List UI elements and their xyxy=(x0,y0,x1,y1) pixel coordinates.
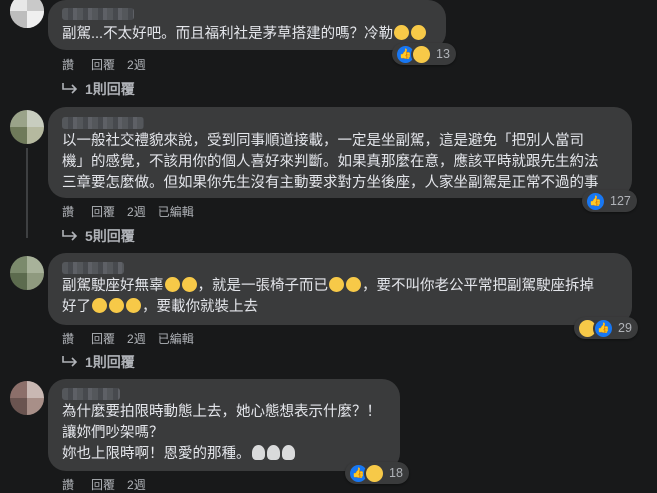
commenter-name[interactable] xyxy=(62,117,144,129)
commenter-name[interactable] xyxy=(62,8,134,20)
rofl-emoji xyxy=(109,298,124,313)
comment-timestamp[interactable]: 2週 xyxy=(127,330,146,347)
like-link[interactable]: 讚 xyxy=(62,476,74,493)
thread-line xyxy=(26,148,28,238)
sweat-smile-emoji xyxy=(394,25,410,40)
rofl-emoji xyxy=(92,298,107,313)
like-reaction-icon: 👍 xyxy=(593,317,614,339)
reply-arrow-icon xyxy=(62,356,78,367)
ghost-emoji xyxy=(251,445,265,460)
smile-emoji xyxy=(346,277,361,292)
edited-label: 已編輯 xyxy=(157,332,194,346)
haha-reaction-icon xyxy=(411,43,432,65)
comment-timestamp[interactable]: 2週 xyxy=(127,203,146,220)
commenter-avatar[interactable] xyxy=(10,256,44,290)
comment-timestamp[interactable]: 2週 xyxy=(127,476,146,493)
view-replies-link[interactable]: 1則回覆 xyxy=(61,352,135,372)
ghost-emoji xyxy=(281,445,295,460)
comment-text: 副駕...不太好吧。而且福利社是茅草搭建的嗎？冷勒 xyxy=(62,24,427,45)
reply-link[interactable]: 回覆 xyxy=(91,476,115,493)
commenter-avatar[interactable] xyxy=(10,381,44,415)
commenter-avatar[interactable] xyxy=(10,0,44,28)
like-link[interactable]: 讚 xyxy=(62,203,74,220)
reply-link[interactable]: 回覆 xyxy=(91,203,115,220)
grin-emoji xyxy=(181,277,197,292)
smile-emoji xyxy=(329,277,344,292)
comment-actions: 讚 回覆 2週 xyxy=(62,476,146,493)
reaction-summary[interactable]: 👍 127 xyxy=(582,190,637,212)
commenter-name[interactable] xyxy=(62,262,124,274)
comment-actions: 讚 回覆 2週 xyxy=(62,56,146,73)
like-reaction-icon: 👍 xyxy=(585,190,606,212)
comment-text: 為什麼要拍限時動態上去，她心態想表示什麼？！ 讓妳們吵架嗎？ 妳也上限時啊！恩愛… xyxy=(62,404,381,462)
commenter-name[interactable] xyxy=(62,388,120,400)
grin-emoji xyxy=(164,277,180,292)
rofl-emoji xyxy=(126,298,141,313)
reaction-summary[interactable]: 👍 18 xyxy=(345,462,409,484)
reply-arrow-icon xyxy=(62,83,78,94)
view-replies-link[interactable]: 5則回覆 xyxy=(61,226,135,246)
reply-link[interactable]: 回覆 xyxy=(91,56,115,73)
reaction-summary[interactable]: 👍 29 xyxy=(574,317,638,339)
comment-actions: 讚 回覆 2週 已編輯 xyxy=(62,203,194,220)
reaction-summary[interactable]: 👍 13 xyxy=(392,43,456,65)
comment-timestamp[interactable]: 2週 xyxy=(127,56,146,73)
comment-text: 以一般社交禮貌來說，受到同事順道接載，一定是坐副駕，這是避免「把別人當司 機」的… xyxy=(62,133,599,191)
comment-actions: 讚 回覆 2週 已編輯 xyxy=(62,330,194,347)
like-link[interactable]: 讚 xyxy=(62,330,74,347)
sweat-smile-emoji xyxy=(411,25,427,40)
commenter-avatar[interactable] xyxy=(10,110,44,144)
ghost-emoji xyxy=(266,445,280,460)
edited-label: 已編輯 xyxy=(157,205,194,219)
haha-reaction-icon xyxy=(364,462,385,484)
reply-arrow-icon xyxy=(62,230,78,241)
reply-link[interactable]: 回覆 xyxy=(91,330,115,347)
comment-text: 副駕駛座好無辜 ，就是一張椅子而已 ，要不叫你老公平常把副駕駛座拆掉 好了 ，要載你就… xyxy=(62,277,594,315)
like-link[interactable]: 讚 xyxy=(62,56,74,73)
view-replies-link[interactable]: 1則回覆 xyxy=(61,79,135,99)
